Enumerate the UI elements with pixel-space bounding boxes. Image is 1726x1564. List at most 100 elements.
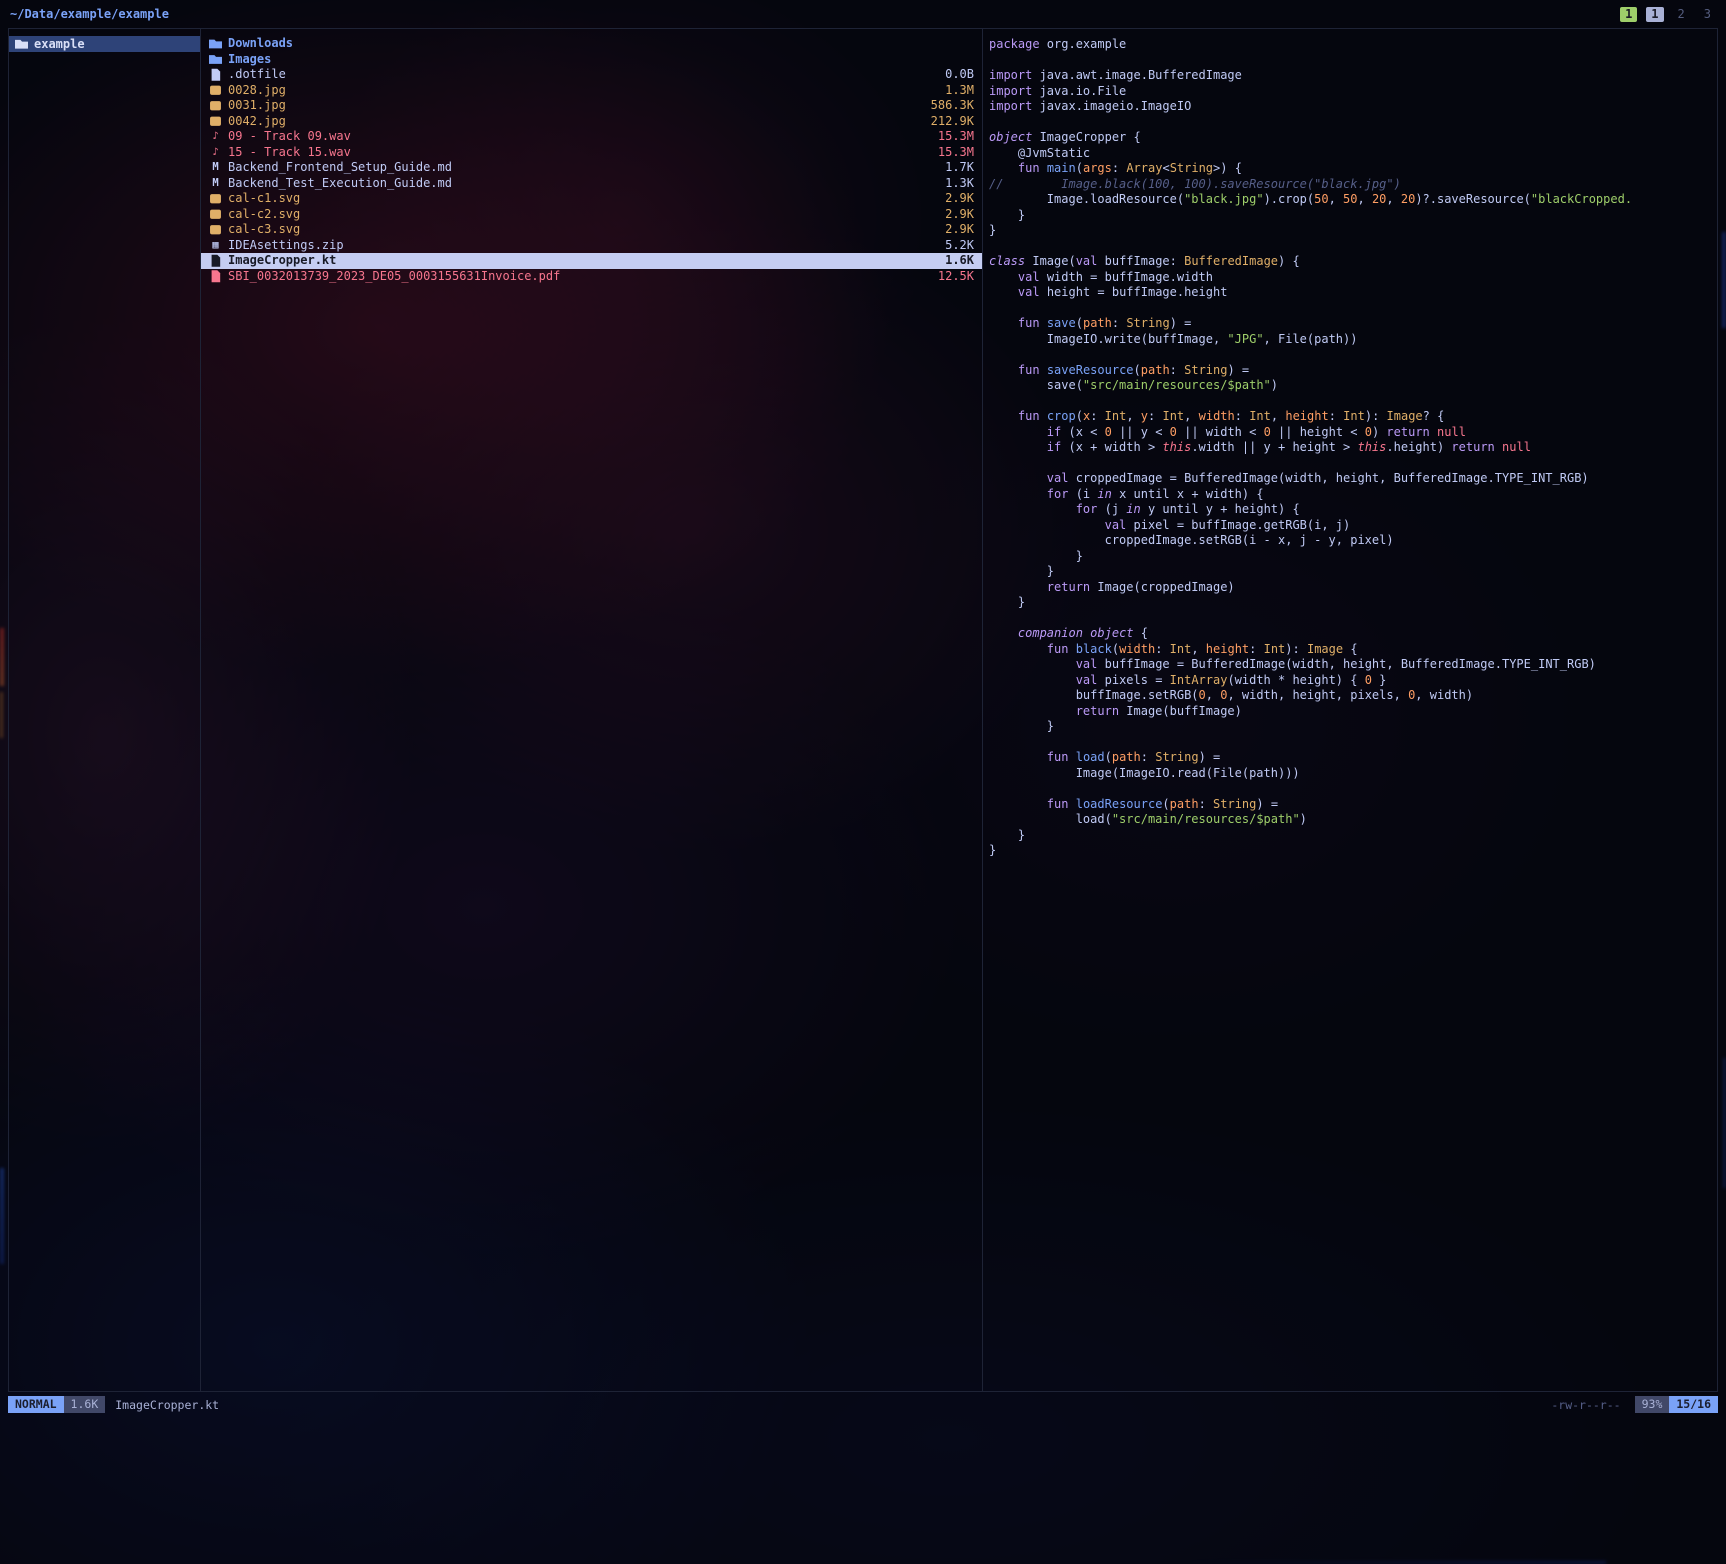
file-size: 1.3M: [933, 83, 974, 99]
file-name: Images: [228, 52, 271, 68]
tab-4[interactable]: 3: [1699, 7, 1716, 22]
code-line: }: [989, 549, 1717, 565]
image-icon: [209, 115, 222, 128]
code-line: Image(ImageIO.read(File(path))): [989, 766, 1717, 782]
file-name: 15 - Track 15.wav: [228, 145, 351, 161]
file-size: 2.9K: [933, 191, 974, 207]
file-size: 1.7K: [933, 160, 974, 176]
panes-container: example DownloadsImages.dotfile0.0B0028.…: [8, 28, 1718, 1392]
code-line: }: [989, 828, 1717, 844]
breadcrumb-path: ~/Data/example/example: [10, 7, 169, 21]
code-line: import java.io.File: [989, 84, 1717, 100]
file-row[interactable]: SBI_0032013739_2023_DE05_0003155631Invoi…: [201, 269, 982, 285]
image-icon: [209, 99, 222, 112]
file-size: 2.9K: [933, 207, 974, 223]
code-line: buffImage.setRGB(0, 0, width, height, pi…: [989, 688, 1717, 704]
file-name: 09 - Track 09.wav: [228, 129, 351, 145]
image-icon: [209, 192, 222, 205]
file-size: 5.2K: [933, 238, 974, 254]
code-line: @JvmStatic: [989, 146, 1717, 162]
code-line: if (x + width > this.width || y + height…: [989, 440, 1717, 456]
code-line: import javax.imageio.ImageIO: [989, 99, 1717, 115]
code-line: class Image(val buffImage: BufferedImage…: [989, 254, 1717, 270]
code-line: fun crop(x: Int, y: Int, width: Int, hei…: [989, 409, 1717, 425]
scroll-percent-badge: 93%: [1635, 1396, 1670, 1413]
code-line: return Image(buffImage): [989, 704, 1717, 720]
code-line: }: [989, 719, 1717, 735]
code-line: val height = buffImage.height: [989, 285, 1717, 301]
file-row[interactable]: 0028.jpg 1.3M: [201, 83, 982, 99]
file-size-badge: 1.6K: [64, 1396, 106, 1413]
file-row[interactable]: ImageCropper.kt1.6K: [201, 253, 982, 269]
file-permissions: -rw-r--r--: [1551, 1398, 1620, 1412]
tab-2[interactable]: 1: [1646, 7, 1663, 22]
file-name: 0031.jpg: [228, 98, 286, 114]
code-line: import java.awt.image.BufferedImage: [989, 68, 1717, 84]
folder-icon: [209, 53, 222, 66]
code-preview-pane: package org.exampleimport java.awt.image…: [983, 29, 1717, 1391]
code-line: }: [989, 595, 1717, 611]
file-row[interactable]: MBackend_Test_Execution_Guide.md1.3K: [201, 176, 982, 192]
file-row[interactable]: ♪09 - Track 09.wav15.3M: [201, 129, 982, 145]
file-row[interactable]: ▦ IDEAsettings.zip 5.2K: [201, 238, 982, 254]
file-row[interactable]: ♪15 - Track 15.wav15.3M: [201, 145, 982, 161]
file-size: 586.3K: [919, 98, 974, 114]
code-line: for (j in y until y + height) {: [989, 502, 1717, 518]
file-row[interactable]: cal-c3.svg 2.9K: [201, 222, 982, 238]
file-row[interactable]: 0042.jpg 212.9K: [201, 114, 982, 130]
file-name: ImageCropper.kt: [228, 253, 336, 269]
tab-1[interactable]: 1: [1620, 7, 1637, 22]
file-row[interactable]: cal-c2.svg2.9K: [201, 207, 982, 223]
folder-icon: [15, 38, 28, 51]
code-line: val croppedImage = BufferedImage(width, …: [989, 471, 1717, 487]
file-name: SBI_0032013739_2023_DE05_0003155631Invoi…: [228, 269, 560, 285]
archive-icon: ▦: [209, 239, 222, 252]
file-name: cal-c3.svg: [228, 222, 300, 238]
file-row[interactable]: cal-c1.svg2.9K: [201, 191, 982, 207]
code-line: [989, 239, 1717, 255]
file-list-pane: DownloadsImages.dotfile0.0B0028.jpg1.3M0…: [201, 29, 983, 1391]
parent-dir-item[interactable]: example: [9, 36, 200, 52]
code-line: fun load(path: String) =: [989, 750, 1717, 766]
code-line: [989, 781, 1717, 797]
file-size: 212.9K: [919, 114, 974, 130]
code-line: fun saveResource(path: String) =: [989, 363, 1717, 379]
yazi-file-manager-window: ~/Data/example/example 1123 example Down…: [0, 0, 1726, 1564]
code-line: [989, 347, 1717, 363]
image-icon: [209, 84, 222, 97]
status-bar: NORMAL 1.6K ImageCropper.kt -rw-r--r-- 9…: [8, 1396, 1718, 1413]
code-line: Image.loadResource("black.jpg").crop(50,…: [989, 192, 1717, 208]
file-size: 12.5K: [926, 269, 974, 285]
pdf-icon: [209, 270, 222, 283]
file-size: 15.3M: [926, 129, 974, 145]
code-line: [989, 394, 1717, 410]
folder-icon: [209, 37, 222, 50]
file-name: 0028.jpg: [228, 83, 286, 99]
code-line: val pixels = IntArray(width * height) { …: [989, 673, 1717, 689]
file-size: 0.0B: [933, 67, 974, 83]
file-row[interactable]: 0031.jpg 586.3K: [201, 98, 982, 114]
audio-icon: ♪: [209, 146, 222, 159]
code-line: croppedImage.setRGB(i - x, j - y, pixel): [989, 533, 1717, 549]
file-row[interactable]: .dotfile 0.0B: [201, 67, 982, 83]
file-name: IDEAsettings.zip: [228, 238, 344, 254]
file-size: 2.9K: [933, 222, 974, 238]
code-line: fun save(path: String) =: [989, 316, 1717, 332]
file-row[interactable]: MBackend_Frontend_Setup_Guide.md1.7K: [201, 160, 982, 176]
file-name: 0042.jpg: [228, 114, 286, 130]
code-line: [989, 301, 1717, 317]
code-line: [989, 115, 1717, 131]
code-line: [989, 611, 1717, 627]
tab-3[interactable]: 2: [1673, 7, 1690, 22]
image-icon: [209, 223, 222, 236]
tab-bar: 1123: [1620, 7, 1716, 22]
code-line: fun main(args: Array<String>) {: [989, 161, 1717, 177]
code-line: }: [989, 208, 1717, 224]
file-row[interactable]: Downloads: [201, 36, 982, 52]
markdown-icon: M: [209, 161, 222, 174]
code-line: val width = buffImage.width: [989, 270, 1717, 286]
status-right-group: -rw-r--r-- 93% 15/16: [1551, 1396, 1718, 1413]
code-line: [989, 456, 1717, 472]
file-name: .dotfile: [228, 67, 286, 83]
file-row[interactable]: Images: [201, 52, 982, 68]
